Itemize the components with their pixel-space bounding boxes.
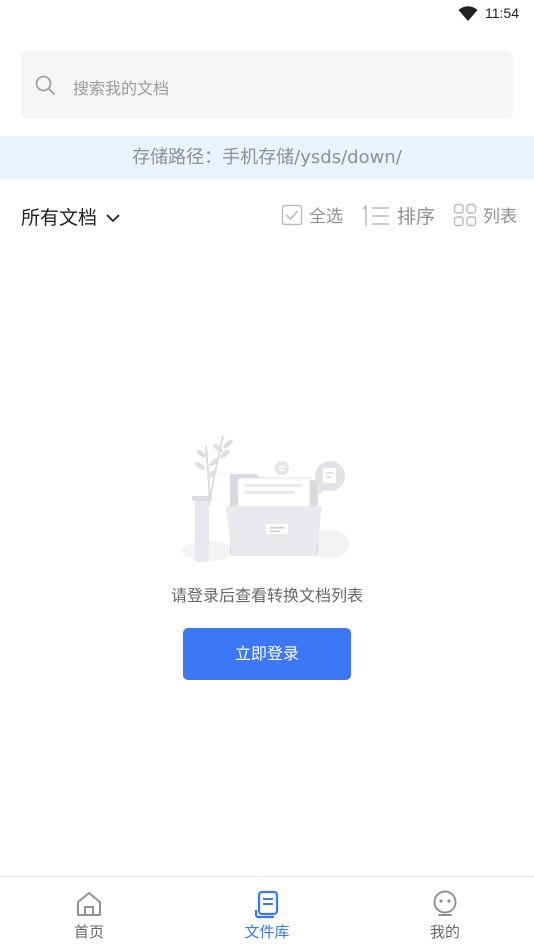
- file-library-icon: [254, 890, 279, 919]
- search-icon: [35, 75, 55, 95]
- empty-folder-illustration: [182, 435, 350, 562]
- list-view-label: 列表: [483, 207, 517, 227]
- grid-view-icon: [453, 203, 477, 226]
- select-all-label: 全选: [309, 207, 343, 227]
- chevron-down-icon: [106, 213, 120, 222]
- checkbox-icon: [281, 204, 303, 225]
- search-bar[interactable]: 搜索我的文档: [21, 51, 513, 119]
- search-input-placeholder[interactable]: 搜索我的文档: [73, 75, 169, 99]
- sort-label: 排序: [397, 206, 436, 228]
- login-button[interactable]: 立即登录: [183, 628, 351, 680]
- document-toolbar: 所有文档 全选 排序 列表: [0, 196, 534, 236]
- home-icon: [77, 892, 101, 916]
- tab-file-library-label: 文件库: [244, 923, 290, 941]
- status-bar: 11:54: [0, 0, 534, 28]
- empty-state-message: 请登录后查看转换文档列表: [170, 586, 363, 605]
- bottom-tab-bar: 首页 文件库 我的: [0, 876, 534, 949]
- sort-icon: [362, 203, 389, 226]
- select-all-button[interactable]: 全选: [281, 202, 343, 227]
- profile-icon: [433, 890, 457, 916]
- sort-button[interactable]: 排序: [361, 202, 435, 229]
- tab-file-library[interactable]: 文件库: [217, 889, 317, 942]
- wifi-icon: [458, 6, 478, 21]
- list-view-button[interactable]: 列表: [453, 202, 517, 227]
- tab-home-label: 首页: [73, 923, 104, 941]
- tab-profile[interactable]: 我的: [395, 889, 495, 942]
- storage-path-banner: 存储路径：手机存储/ysds/down/: [0, 136, 534, 179]
- document-filter-label: 所有文档: [21, 207, 98, 229]
- tab-home[interactable]: 首页: [39, 889, 139, 942]
- document-filter-dropdown[interactable]: 所有文档: [21, 203, 121, 230]
- status-time: 11:54: [485, 5, 519, 21]
- tab-profile-label: 我的: [429, 923, 460, 941]
